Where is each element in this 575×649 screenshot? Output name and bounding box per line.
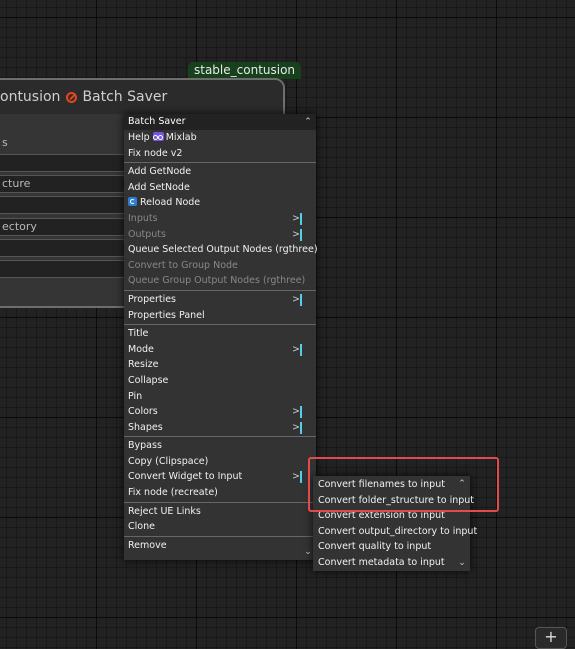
menu-item-queue-group-output-nodes-rgthree[interactable]: Queue Group Output Nodes (rgthree) (124, 273, 316, 289)
menu-item-label: Remove (128, 539, 167, 551)
menu-title: Batch Saver (124, 114, 316, 130)
menu-item-label: Outputs (128, 228, 166, 240)
widget-row[interactable]: cture (0, 175, 130, 193)
menu-item-label: Reject UE Links (128, 505, 201, 517)
scroll-down-icon[interactable]: ⌄ (303, 547, 313, 557)
node-title-prefix: ontusion (0, 89, 61, 105)
highlight-annotation (308, 457, 499, 512)
menu-item-add-setnode[interactable]: Add SetNode (124, 180, 316, 196)
submenu-arrow-icon: > (292, 343, 300, 355)
menu-item-reject-ue-links[interactable]: Reject UE Links (124, 504, 316, 520)
menu-item-convert-to-group-node[interactable]: Convert to Group Node (124, 258, 316, 274)
menu-separator (124, 535, 316, 537)
scroll-down-icon[interactable]: ⌄ (457, 558, 467, 568)
submenu-marker (300, 421, 302, 434)
menu-item-label: Convert to Group Node (128, 259, 238, 271)
menu-item-label: Add SetNode (128, 181, 190, 193)
menu-item-properties-panel[interactable]: Properties Panel (124, 308, 316, 324)
menu-item-copy-clipspace[interactable]: Copy (Clipspace) (124, 454, 316, 470)
menu-item-fix-node-v2[interactable]: Fix node v2 (124, 146, 316, 162)
prohibit-icon (66, 91, 78, 103)
submenu-arrow-icon: > (292, 228, 300, 240)
menu-item-add-getnode[interactable]: Add GetNode (124, 164, 316, 180)
menu-separator (124, 162, 316, 164)
widget-row[interactable]: ectory (0, 218, 130, 236)
menu-item-resize[interactable]: Resize (124, 357, 316, 373)
menu-item-label: Pin (128, 390, 143, 402)
menu-item-label: Bypass (128, 440, 162, 452)
menu-separator (124, 436, 316, 438)
submenu-arrow-icon: > (292, 421, 300, 433)
widget-row[interactable] (0, 154, 130, 172)
reload-icon (128, 197, 137, 207)
menu-separator (124, 501, 316, 503)
menu-item-label: Reload Node (140, 197, 201, 209)
menu-item-label: Properties Panel (128, 309, 205, 321)
menu-item-collapse[interactable]: Collapse (124, 373, 316, 389)
submenu-marker (300, 212, 302, 225)
submenu-marker (300, 406, 302, 419)
context-menu: Batch Saver ⌃ Help Mixlab Fix node v2 Add … (124, 114, 318, 560)
menu-item-properties[interactable]: Properties > (124, 292, 316, 308)
submenu-item[interactable]: Convert metadata to input (313, 555, 470, 571)
menu-items: Help Mixlab Fix node v2 Add GetNode Add Set… (124, 130, 318, 554)
menu-item-label: Collapse (128, 374, 169, 386)
submenu-arrow-icon: > (292, 471, 300, 483)
menu-item-convert-widget-to-input[interactable]: Convert Widget to Input > (124, 469, 316, 485)
submenu-marker (300, 471, 302, 484)
menu-item-reload-node[interactable]: Reload Node (124, 195, 316, 211)
menu-separator (124, 289, 316, 291)
widget-row[interactable] (0, 260, 130, 278)
menu-item-colors[interactable]: Colors > (124, 404, 316, 420)
widget-row[interactable] (0, 239, 130, 257)
menu-item-bypass[interactable]: Bypass (124, 438, 316, 454)
mixlab-label: Mixlab (165, 132, 197, 143)
menu-item-label: Queue Group Output Nodes (rgthree) (128, 275, 306, 287)
menu-item-queue-selected-output-nodes-rgthree[interactable]: Queue Selected Output Nodes (rgthree) (124, 242, 318, 258)
submenu-arrow-icon: > (292, 293, 300, 305)
submenu-marker (300, 293, 302, 306)
add-button[interactable]: + (535, 627, 567, 649)
scroll-up-icon[interactable]: ⌃ (303, 117, 313, 127)
menu-item-label: Title (128, 328, 149, 340)
menu-item-help[interactable]: Help Mixlab (124, 130, 316, 146)
menu-item-outputs[interactable]: Outputs > (124, 227, 316, 243)
widget-row[interactable]: s (0, 135, 130, 153)
menu-item-label: Colors (128, 406, 158, 418)
submenu-marker (300, 228, 302, 241)
node-title: Batch Saver (82, 89, 168, 105)
menu-item-label: Help (128, 132, 150, 143)
submenu-item[interactable]: Convert output_directory to input (313, 524, 477, 540)
menu-separator (124, 324, 316, 326)
node-badge: stable_contusion (188, 62, 302, 79)
submenu-arrow-icon: > (292, 212, 300, 224)
menu-item-label: Queue Selected Output Nodes (rgthree) (128, 244, 318, 256)
menu-item-label: Add GetNode (128, 166, 192, 178)
menu-item-remove[interactable]: Remove (124, 538, 316, 554)
menu-item-label: Fix node (recreate) (128, 487, 218, 499)
widget-row[interactable] (0, 196, 130, 214)
menu-item-clone[interactable]: Clone (124, 519, 316, 535)
submenu-marker (300, 343, 302, 356)
menu-item-label: Inputs (128, 212, 158, 224)
submenu-item[interactable]: Convert quality to input (313, 539, 470, 555)
mixlab-icon (152, 132, 164, 141)
menu-item-pin[interactable]: Pin (124, 389, 316, 405)
menu-item-label: Clone (128, 521, 155, 533)
menu-item-label: Properties (128, 293, 177, 305)
menu-item-inputs[interactable]: Inputs > (124, 211, 316, 227)
menu-item-label: Mode (128, 343, 154, 355)
menu-item-fix-node-recreate[interactable]: Fix node (recreate) (124, 485, 316, 501)
node-header[interactable]: ontusion Batch Saver (0, 80, 283, 114)
menu-item-title[interactable]: Title (124, 326, 316, 342)
menu-item-label: Resize (128, 359, 159, 371)
menu-item-mode[interactable]: Mode > (124, 342, 316, 358)
submenu-arrow-icon: > (292, 406, 300, 418)
menu-item-label: Shapes (128, 421, 163, 433)
menu-item-shapes[interactable]: Shapes > (124, 420, 316, 436)
menu-item-label: Fix node v2 (128, 147, 183, 159)
menu-item-label: Copy (Clipspace) (128, 455, 209, 467)
menu-item-label: Convert Widget to Input (128, 471, 243, 483)
